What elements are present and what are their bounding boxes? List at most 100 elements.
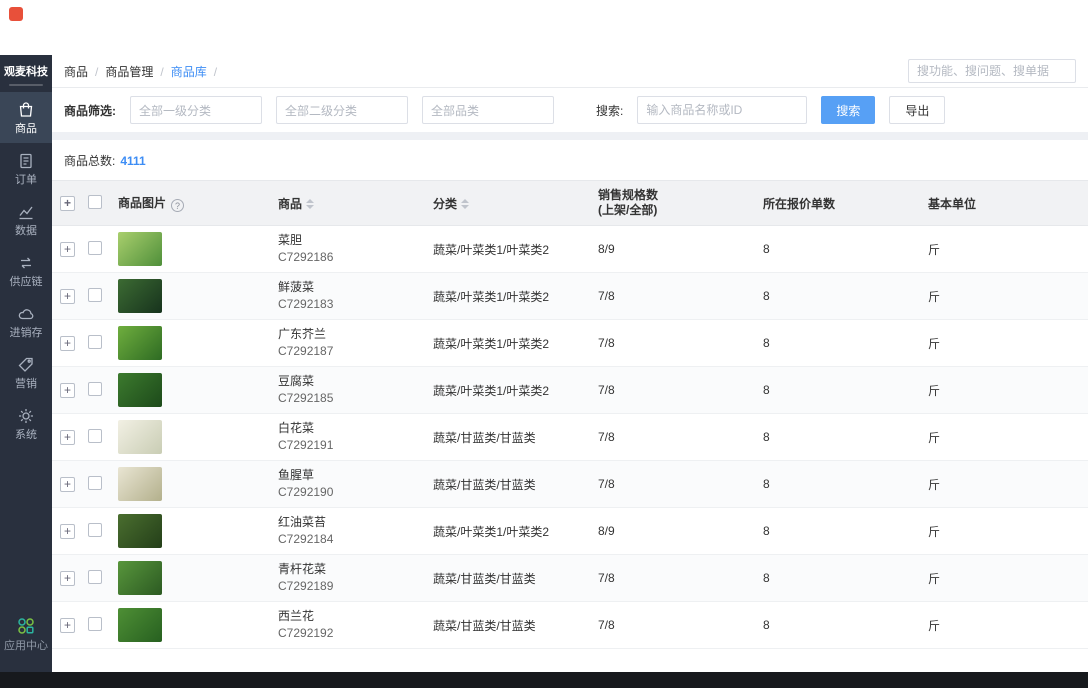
category-type-select[interactable]: 全部品类 <box>422 96 554 124</box>
expand-row-button[interactable] <box>60 430 75 445</box>
quote-sheet-count: 8 <box>763 430 928 444</box>
table-row: 白花菜 C7292191 蔬菜/甘蓝类/甘蓝类 7/8 8 斤 <box>52 414 1088 461</box>
product-category: 蔬菜/叶菜类1/叶菜类2 <box>433 523 598 540</box>
product-name: 广东芥兰 <box>278 326 433 343</box>
product-category: 蔬菜/叶菜类1/叶菜类2 <box>433 382 598 399</box>
table-row: 鱼腥草 C7292190 蔬菜/甘蓝类/甘蓝类 7/8 8 斤 <box>52 461 1088 508</box>
quote-sheet-count: 8 <box>763 383 928 397</box>
inventory-icon <box>17 305 35 323</box>
expand-row-button[interactable] <box>60 524 75 539</box>
product-image <box>118 232 162 266</box>
sidebar-item-inventory[interactable]: 进销存 <box>0 296 52 347</box>
help-icon[interactable] <box>171 199 184 212</box>
base-unit: 斤 <box>928 476 1088 493</box>
product-id: C7292189 <box>278 578 433 595</box>
export-button[interactable]: 导出 <box>889 96 945 124</box>
category-level1-select[interactable]: 全部一级分类 <box>130 96 262 124</box>
breadcrumb-item-goods[interactable]: 商品 <box>64 63 105 80</box>
total-count-value: 4111 <box>120 154 145 168</box>
product-image <box>118 326 162 360</box>
table-row: 西兰花 C7292192 蔬菜/甘蓝类/甘蓝类 7/8 8 斤 <box>52 602 1088 649</box>
sidebar-item-marketing[interactable]: 营销 <box>0 347 52 398</box>
app-center-icon <box>16 616 36 636</box>
search-button[interactable]: 搜索 <box>821 96 875 124</box>
product-id: C7292187 <box>278 343 433 360</box>
row-checkbox[interactable] <box>88 241 102 255</box>
quote-sheet-count: 8 <box>763 242 928 256</box>
sidebar-item-goods[interactable]: 商品 <box>0 92 52 143</box>
order-icon <box>17 152 35 170</box>
sidebar-item-data[interactable]: 数据 <box>0 194 52 245</box>
product-name: 青杆花菜 <box>278 561 433 578</box>
base-unit: 斤 <box>928 288 1088 305</box>
expand-row-button[interactable] <box>60 571 75 586</box>
brand-logo: 观麦科技 <box>0 55 52 81</box>
col-spec-sublabel: (上架/全部) <box>598 203 763 218</box>
product-image <box>118 467 162 501</box>
sidebar-item-system[interactable]: 系统 <box>0 398 52 449</box>
product-name: 豆腐菜 <box>278 373 433 390</box>
row-checkbox[interactable] <box>88 288 102 302</box>
sidebar-item-label: 营销 <box>15 378 37 390</box>
breadcrumb-item-goods-management[interactable]: 商品管理 <box>105 63 170 80</box>
table-row: 豆腐菜 C7292185 蔬菜/叶菜类1/叶菜类2 7/8 8 斤 <box>52 367 1088 414</box>
expand-row-button[interactable] <box>60 289 75 304</box>
expand-all-button[interactable] <box>60 196 75 211</box>
expand-row-button[interactable] <box>60 477 75 492</box>
expand-row-button[interactable] <box>60 242 75 257</box>
table-header: 商品图片 商品 分类 销售规格数 (上架/全部) 所在报价单数 基本单位 <box>52 180 1088 226</box>
expand-row-button[interactable] <box>60 383 75 398</box>
row-checkbox[interactable] <box>88 617 102 631</box>
row-checkbox[interactable] <box>88 429 102 443</box>
expand-row-button[interactable] <box>60 336 75 351</box>
select-all-checkbox[interactable] <box>88 195 102 209</box>
base-unit: 斤 <box>928 617 1088 634</box>
row-checkbox[interactable] <box>88 335 102 349</box>
brand-logo-underline <box>9 84 43 86</box>
sidebar: 观麦科技 商品订单数据供应链进销存营销系统 应用中心 <box>0 55 52 672</box>
quote-sheet-count: 8 <box>763 618 928 632</box>
product-category: 蔬菜/甘蓝类/甘蓝类 <box>433 617 598 634</box>
product-category: 蔬菜/甘蓝类/甘蓝类 <box>433 476 598 493</box>
product-category: 蔬菜/叶菜类1/叶菜类2 <box>433 288 598 305</box>
col-image-label: 商品图片 <box>118 196 166 210</box>
expand-row-button[interactable] <box>60 618 75 633</box>
sidebar-item-label: 订单 <box>15 174 37 186</box>
filter-label: 商品筛选: <box>64 102 116 119</box>
sort-category-icon[interactable] <box>461 199 469 209</box>
sidebar-item-supply[interactable]: 供应链 <box>0 245 52 296</box>
product-name: 西兰花 <box>278 608 433 625</box>
base-unit: 斤 <box>928 523 1088 540</box>
table-row: 红油菜苔 C7292184 蔬菜/叶菜类1/叶菜类2 8/9 8 斤 <box>52 508 1088 555</box>
table-row: 鲜菠菜 C7292183 蔬菜/叶菜类1/叶菜类2 7/8 8 斤 <box>52 273 1088 320</box>
sort-product-icon[interactable] <box>306 199 314 209</box>
row-checkbox[interactable] <box>88 523 102 537</box>
col-product-label: 商品 <box>278 197 302 211</box>
goods-icon <box>17 101 35 119</box>
top-strip <box>0 0 1088 55</box>
global-search-input[interactable] <box>908 59 1076 83</box>
product-id: C7292184 <box>278 531 433 548</box>
breadcrumb-item-current: 商品库 <box>171 63 224 80</box>
base-unit: 斤 <box>928 382 1088 399</box>
app-shell: 观麦科技 商品订单数据供应链进销存营销系统 应用中心 商品 商品管理 商品库 商… <box>0 55 1088 672</box>
row-checkbox[interactable] <box>88 476 102 490</box>
col-unit-label: 基本单位 <box>928 195 1088 212</box>
row-checkbox[interactable] <box>88 570 102 584</box>
product-category: 蔬菜/甘蓝类/甘蓝类 <box>433 429 598 446</box>
product-name: 红油菜苔 <box>278 514 433 531</box>
base-unit: 斤 <box>928 570 1088 587</box>
product-image <box>118 608 162 642</box>
sidebar-item-orders[interactable]: 订单 <box>0 143 52 194</box>
table-body: 菜胆 C7292186 蔬菜/叶菜类1/叶菜类2 8/9 8 斤 鲜菠菜 C72… <box>52 226 1088 649</box>
category-level2-select[interactable]: 全部二级分类 <box>276 96 408 124</box>
sidebar-nav: 商品订单数据供应链进销存营销系统 <box>0 92 52 449</box>
row-checkbox[interactable] <box>88 382 102 396</box>
sidebar-item-label: 供应链 <box>10 276 43 288</box>
sidebar-item-label: 系统 <box>15 429 37 441</box>
supply-icon <box>17 254 35 272</box>
product-search-input[interactable] <box>637 96 807 124</box>
sidebar-item-app-center[interactable]: 应用中心 <box>0 607 52 660</box>
table-row: 广东芥兰 C7292187 蔬菜/叶菜类1/叶菜类2 7/8 8 斤 <box>52 320 1088 367</box>
bottom-bar <box>0 672 1088 688</box>
